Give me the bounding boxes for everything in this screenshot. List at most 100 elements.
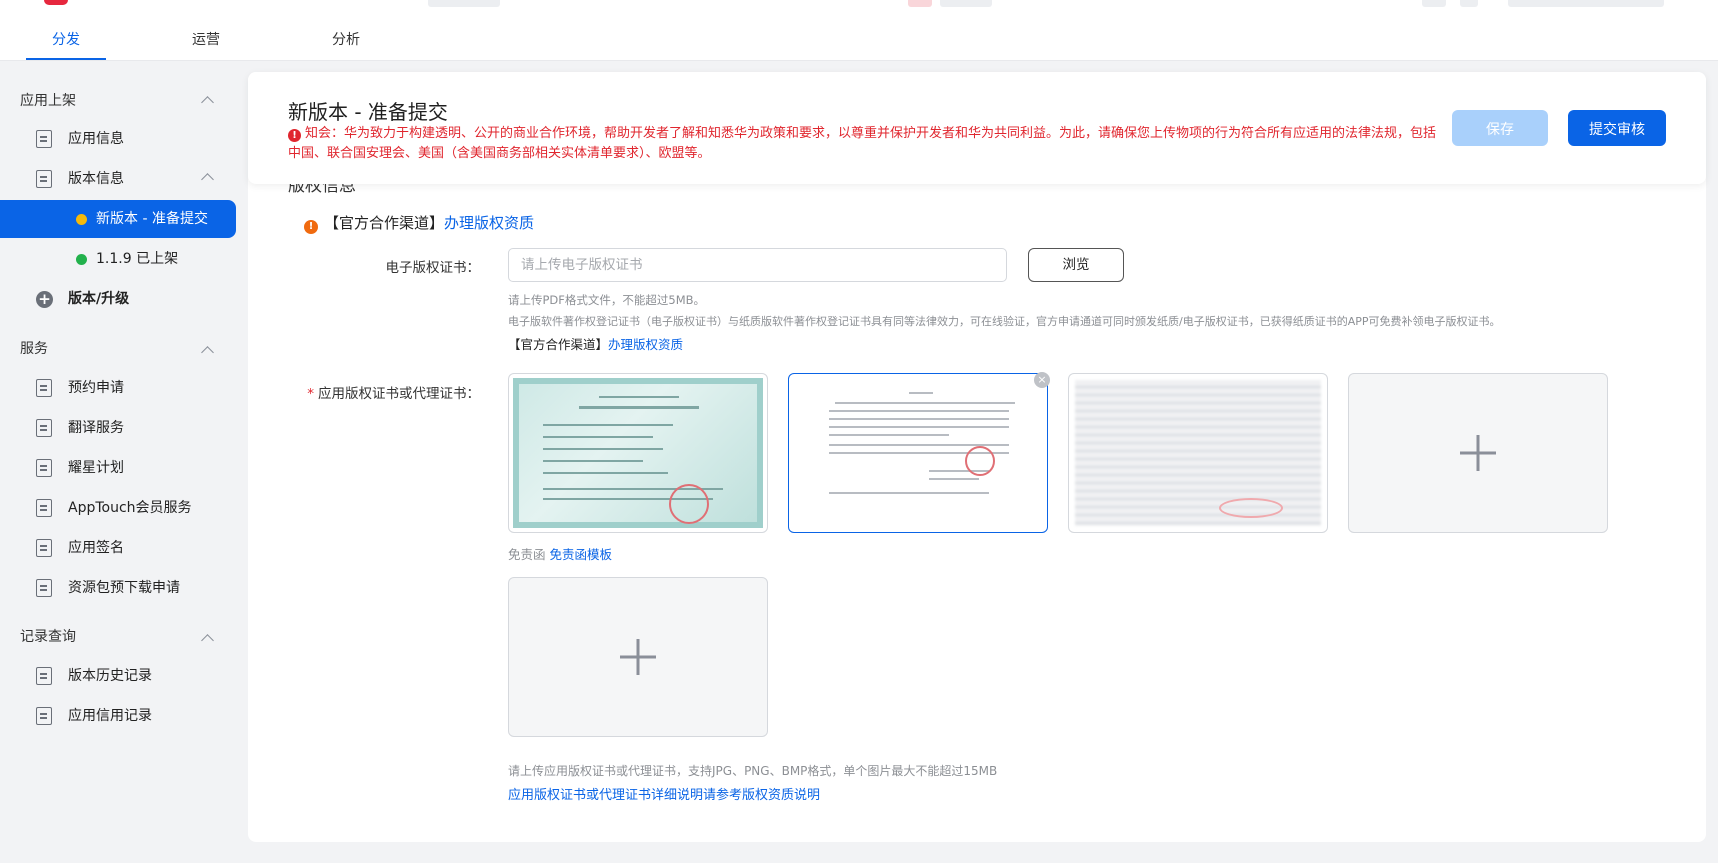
cert-text-line xyxy=(599,396,679,398)
translate-icon xyxy=(36,419,52,437)
released-status-dot xyxy=(76,254,87,265)
blurred-user-area xyxy=(1508,0,1664,7)
sidebar-item-reservation[interactable]: 预约申请 xyxy=(0,369,236,407)
uploaded-document-thumb[interactable] xyxy=(788,373,1048,533)
sidebar-item-label: 版本历史记录 xyxy=(68,668,152,684)
warning-circle-icon: ! xyxy=(304,220,318,234)
sidebar-item-app-signing[interactable]: 应用签名 xyxy=(0,529,236,567)
top-bar xyxy=(0,0,1718,21)
save-button[interactable]: 保存 xyxy=(1452,110,1548,146)
app-cert-label-text: 应用版权证书或代理证书： xyxy=(318,386,480,402)
package-icon xyxy=(36,579,52,597)
official-channel-link[interactable]: 办理版权资质 xyxy=(444,214,534,232)
uploaded-certificate-thumb[interactable] xyxy=(508,373,768,533)
tab-analytics[interactable]: 分析 xyxy=(306,20,386,60)
sidebar-item-star-plan[interactable]: 耀星计划 xyxy=(0,449,236,487)
doc-text-line xyxy=(829,426,1009,428)
sidebar-item-upgrade[interactable]: + 版本/升级 xyxy=(0,280,236,318)
brand-logo[interactable] xyxy=(44,0,68,5)
sidebar-item-label: 资源包预下载申请 xyxy=(68,580,180,596)
cert-text-line xyxy=(543,460,643,462)
pending-status-dot xyxy=(76,214,87,225)
doc-text-line xyxy=(829,492,989,494)
disclaimer-prefix: 免责函 xyxy=(508,547,546,562)
disclaimer-row: 免责函 免责函模板 xyxy=(508,544,612,563)
sidebar-item-released-version[interactable]: 1.1.9 已上架 xyxy=(0,240,236,278)
credit-record-icon xyxy=(36,707,52,725)
tab-operations[interactable]: 运营 xyxy=(166,20,246,60)
page-title: 新版本 - 准备提交 xyxy=(288,100,448,124)
sidebar-item-label: 新版本 - 准备提交 xyxy=(96,211,208,227)
sidebar-item-label: 应用信息 xyxy=(68,131,124,147)
version-info-icon xyxy=(36,170,52,188)
submit-review-button[interactable]: 提交审核 xyxy=(1568,110,1666,146)
sidebar-item-predownload[interactable]: 资源包预下载申请 xyxy=(0,569,236,607)
signing-icon xyxy=(36,539,52,557)
red-seal xyxy=(1219,498,1283,518)
cert-text-line xyxy=(543,472,668,474)
sidebar-item-label: 应用信用记录 xyxy=(68,708,152,724)
sidebar: 应用上架 应用信息 版本信息 新版本 - 准备提交 1.1.9 已上架 + 版本… xyxy=(0,61,248,863)
add-circle-icon: + xyxy=(36,291,53,308)
blurred-document-image xyxy=(1075,380,1321,526)
chevron-up-icon[interactable] xyxy=(201,346,214,359)
sidebar-item-label: 预约申请 xyxy=(68,380,124,396)
app-cert-label: * 应用版权证书或代理证书： xyxy=(302,382,480,402)
sidebar-section-app-listing[interactable]: 应用上架 xyxy=(20,89,76,113)
red-seal xyxy=(669,484,709,524)
chevron-up-icon[interactable] xyxy=(201,634,214,647)
sidebar-item-version-history[interactable]: 版本历史记录 xyxy=(0,657,236,695)
cert-text-line xyxy=(543,424,673,426)
compliance-notice: ! 知会：华为致力于构建透明、公开的商业合作环境，帮助开发者了解和知悉华为政策和要… xyxy=(288,124,1438,164)
sidebar-item-app-info[interactable]: 应用信息 xyxy=(0,120,236,158)
active-tab-indicator xyxy=(26,58,106,60)
uploaded-blurred-thumb[interactable] xyxy=(1068,373,1328,533)
ecert-channel-link[interactable]: 办理版权资质 xyxy=(608,337,683,352)
sidebar-section-records[interactable]: 记录查询 xyxy=(20,625,76,649)
blurred-nav-item xyxy=(428,0,500,7)
cert-text-line xyxy=(543,436,653,438)
red-seal xyxy=(965,446,995,476)
cert-text-line xyxy=(543,448,663,450)
official-channel-prefix: 【官方合作渠道】 xyxy=(324,214,445,232)
sidebar-item-label: 1.1.9 已上架 xyxy=(96,251,179,267)
sidebar-item-label: 应用签名 xyxy=(68,540,124,556)
chevron-up-icon[interactable] xyxy=(201,96,214,109)
sidebar-item-apptouch[interactable]: AppTouch会员服务 xyxy=(0,489,236,527)
tab-distribution[interactable]: 分发 xyxy=(26,20,106,60)
plus-icon xyxy=(636,639,640,675)
member-service-icon xyxy=(36,499,52,517)
doc-text-line xyxy=(829,434,949,436)
notice-text: 知会：华为致力于构建透明、公开的商业合作环境，帮助开发者了解和知悉华为政策和要求… xyxy=(288,126,1437,161)
ecert-hint-description: 电子版软件著作权登记证书（电子版权证书）与纸质版软件著作权登记证书具有同等法律效… xyxy=(508,315,1501,328)
ecert-label: 电子版权证书： xyxy=(385,260,481,276)
ecert-hint-format: 请上传PDF格式文件，不能超过5MB。 xyxy=(508,293,706,307)
sidebar-item-new-version[interactable]: 新版本 - 准备提交 xyxy=(0,200,236,238)
browse-button[interactable]: 浏览 xyxy=(1028,248,1124,282)
sidebar-item-translation[interactable]: 翻译服务 xyxy=(0,409,236,447)
ecert-channel-prefix: 【官方合作渠道】 xyxy=(508,337,609,352)
reservation-icon xyxy=(36,379,52,397)
sidebar-item-label: 翻译服务 xyxy=(68,420,124,436)
sidebar-item-label: AppTouch会员服务 xyxy=(68,500,192,516)
sidebar-item-label: 版本信息 xyxy=(68,171,124,187)
sidebar-section-services[interactable]: 服务 xyxy=(20,337,48,361)
blurred-nav-item xyxy=(940,0,992,7)
ecert-input[interactable] xyxy=(508,248,1007,282)
close-icon[interactable]: × xyxy=(1034,372,1050,388)
history-icon xyxy=(36,667,52,685)
app-info-icon xyxy=(36,130,52,148)
section-title: 版权信息 xyxy=(288,184,356,196)
app-cert-format-hint: 请上传应用版权证书或代理证书，支持JPG、PNG、BMP格式，单个图片最大不能超… xyxy=(508,764,998,778)
sidebar-item-label: 版本/升级 xyxy=(68,291,130,307)
add-disclaimer-button[interactable] xyxy=(508,577,768,737)
copyright-detail-link[interactable]: 应用版权证书或代理证书详细说明请参考版权资质说明 xyxy=(508,784,820,803)
disclaimer-template-link[interactable]: 免责函模板 xyxy=(550,547,613,562)
add-certificate-button[interactable] xyxy=(1348,373,1608,533)
doc-text-line xyxy=(929,478,979,480)
certificate-image xyxy=(513,378,763,528)
blurred-nav-item xyxy=(908,0,932,7)
required-mark: * xyxy=(307,386,314,402)
sidebar-item-credit-record[interactable]: 应用信用记录 xyxy=(0,697,236,735)
error-circle-icon: ! xyxy=(288,129,301,142)
